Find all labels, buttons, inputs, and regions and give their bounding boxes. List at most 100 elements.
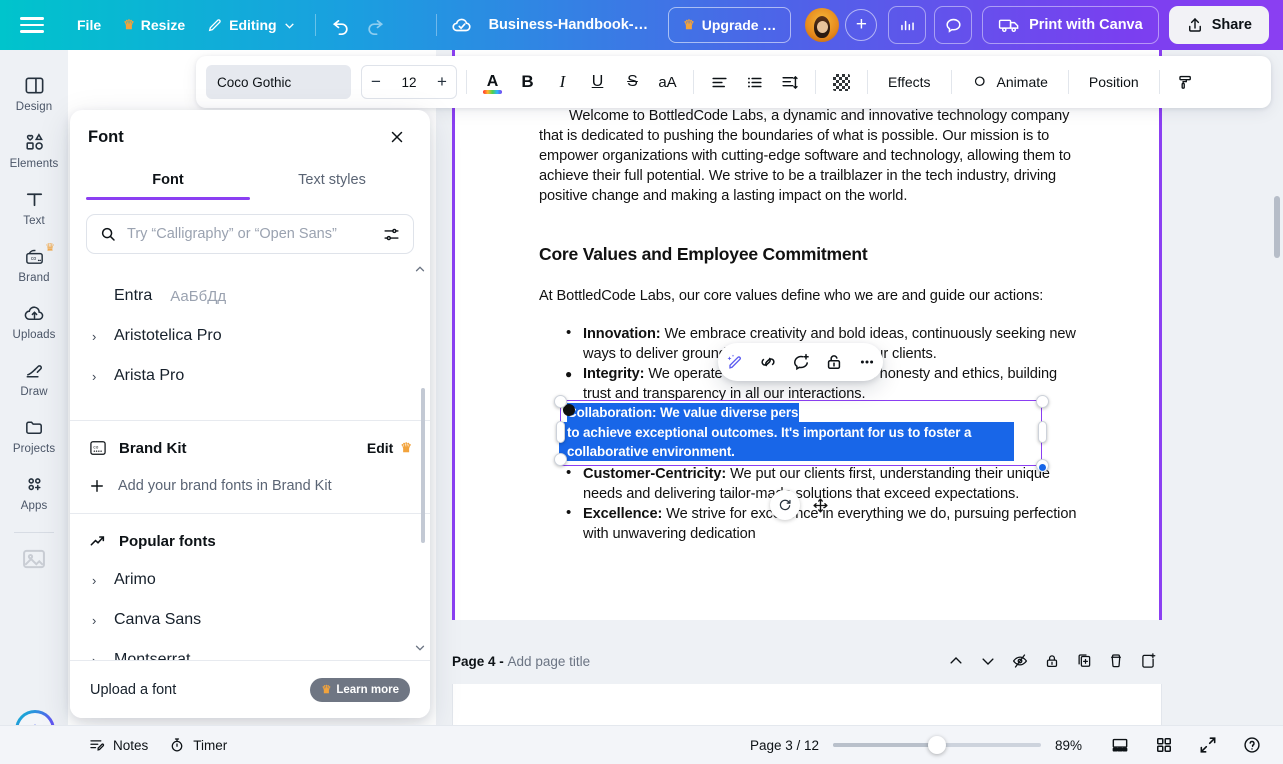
resize-handle-top-left[interactable] — [554, 395, 567, 408]
comments-button[interactable] — [934, 6, 973, 44]
strikethrough-button[interactable]: S — [616, 66, 649, 99]
font-size-increase-button[interactable]: + — [428, 66, 456, 98]
bulleted-list-button[interactable] — [738, 66, 771, 99]
document-page[interactable]: Welcome to BottledCode Labs, a dynamic a… — [452, 50, 1162, 620]
add-comment-button[interactable] — [787, 348, 815, 376]
chevron-right-icon[interactable]: › — [92, 329, 104, 344]
font-size-stepper[interactable]: − 12 + — [361, 65, 457, 99]
file-menu-button[interactable]: File — [66, 8, 112, 42]
add-page-title-label[interactable]: Add page title — [508, 654, 591, 669]
zoom-slider-knob[interactable] — [928, 736, 946, 754]
grid-view-button[interactable] — [1149, 730, 1179, 760]
copy-style-button[interactable] — [1169, 66, 1202, 99]
fullscreen-button[interactable] — [1193, 730, 1223, 760]
sidebar-item-apps[interactable]: Apps — [4, 465, 64, 518]
resize-handle-active[interactable] — [1038, 463, 1047, 472]
position-button[interactable]: Position — [1078, 66, 1150, 99]
font-row-entra[interactable]: Entra АаБбДд — [70, 276, 430, 316]
font-search-box[interactable] — [86, 214, 414, 254]
align-button[interactable] — [703, 66, 736, 99]
search-input[interactable] — [127, 226, 372, 242]
canvas-scrollbar[interactable] — [1274, 196, 1280, 258]
chevron-right-icon[interactable]: › — [92, 613, 104, 628]
effects-button[interactable]: Effects — [877, 66, 942, 99]
text-color-button[interactable]: A — [476, 66, 509, 99]
floating-element-toolbar[interactable] — [718, 343, 883, 381]
font-size-input[interactable]: 12 — [390, 75, 428, 90]
font-list[interactable]: Entra АаБбДд › Aristotelica Pro › Arista… — [70, 262, 430, 660]
more-options-button[interactable] — [853, 348, 881, 376]
upload-font-button[interactable]: Upload a font — [90, 682, 176, 698]
share-button[interactable]: Share — [1168, 6, 1269, 44]
zoom-slider[interactable] — [833, 736, 1041, 754]
tab-text-styles[interactable]: Text styles — [250, 164, 414, 200]
hide-page-button[interactable] — [1006, 647, 1034, 675]
chevron-right-icon[interactable]: › — [92, 653, 104, 661]
add-page-button[interactable] — [1134, 647, 1162, 675]
timer-button[interactable]: Timer — [158, 731, 237, 759]
sidebar-item-projects[interactable]: Projects — [4, 408, 64, 461]
help-button[interactable] — [1237, 730, 1267, 760]
magic-write-button[interactable] — [721, 348, 749, 376]
resize-handle-left[interactable] — [556, 421, 565, 443]
sidebar-item-brand[interactable]: ♛ co Brand — [4, 237, 64, 290]
brand-kit-edit-button[interactable]: Edit ♛ — [367, 440, 412, 456]
transparency-button[interactable] — [825, 66, 858, 99]
chevron-right-icon[interactable]: › — [92, 573, 104, 588]
upgrade-button[interactable]: ♛ Upgrade … — [668, 7, 792, 43]
move-page-down-button[interactable] — [974, 647, 1002, 675]
redo-button[interactable] — [358, 8, 392, 42]
close-font-panel-button[interactable] — [382, 122, 412, 152]
scrollbar-thumb[interactable] — [421, 388, 425, 543]
resize-handle-top-right[interactable] — [1036, 395, 1049, 408]
resize-button[interactable]: ♛ Resize — [112, 8, 196, 42]
duplicate-page-button[interactable] — [1070, 647, 1098, 675]
font-row-canva-sans[interactable]: › Canva Sans — [70, 600, 430, 640]
line-spacing-button[interactable] — [773, 66, 806, 99]
notes-button[interactable]: Notes — [78, 731, 158, 759]
lock-button[interactable] — [820, 348, 848, 376]
font-size-decrease-button[interactable]: − — [362, 66, 390, 98]
sidebar-item-elements[interactable]: Elements — [4, 123, 64, 176]
font-list-scrollbar[interactable] — [421, 268, 425, 654]
sidebar-item-uploads[interactable]: Uploads — [4, 294, 64, 347]
lock-page-button[interactable] — [1038, 647, 1066, 675]
chevron-right-icon[interactable]: › — [92, 369, 104, 384]
italic-button[interactable]: I — [546, 66, 579, 99]
tab-font[interactable]: Font — [86, 164, 250, 200]
link-button[interactable] — [754, 348, 782, 376]
selected-text-content[interactable]: Collaboration: We value diverse perspect… — [567, 403, 1037, 462]
font-row-montserrat[interactable]: › Montserrat — [70, 640, 430, 660]
underline-button[interactable]: U — [581, 66, 614, 99]
animate-button[interactable]: Animate — [961, 66, 1059, 99]
document-title[interactable]: Business-Handbook-… — [479, 9, 659, 41]
add-brand-fonts-row[interactable]: Add your brand fonts in Brand Kit — [70, 467, 430, 505]
filter-sliders-icon[interactable] — [382, 225, 401, 244]
print-with-canva-button[interactable]: Print with Canva — [982, 6, 1159, 44]
editing-mode-button[interactable]: Editing — [196, 8, 306, 42]
add-collaborator-button[interactable]: + — [845, 9, 878, 41]
sidebar-item-text[interactable]: Text — [4, 180, 64, 233]
undo-button[interactable] — [324, 8, 358, 42]
page-title-row[interactable]: Page 4 - Add page title — [452, 654, 590, 669]
move-handle[interactable] — [805, 490, 835, 520]
delete-page-button[interactable] — [1102, 647, 1130, 675]
learn-more-button[interactable]: ♛ Learn more — [310, 677, 410, 702]
font-row-aristotelica-pro[interactable]: › Aristotelica Pro — [70, 316, 430, 356]
font-row-arista-pro[interactable]: › Arista Pro — [70, 356, 430, 396]
avatar[interactable] — [805, 8, 840, 42]
font-row-arimo[interactable]: › Arimo — [70, 560, 430, 600]
sidebar-item-draw[interactable]: Draw — [4, 351, 64, 404]
move-page-up-button[interactable] — [942, 647, 970, 675]
hamburger-menu-icon[interactable] — [20, 11, 48, 39]
selected-text-element[interactable]: Collaboration: We value diverse perspect… — [559, 400, 1042, 466]
letter-case-button[interactable]: aA — [651, 66, 684, 99]
font-name-field[interactable]: Coco Gothic — [206, 65, 351, 99]
resize-handle-bottom-left[interactable] — [554, 453, 567, 466]
resize-handle-right[interactable] — [1038, 421, 1047, 443]
insights-button[interactable] — [888, 6, 927, 44]
rotate-handle[interactable] — [770, 490, 800, 520]
sidebar-item-design[interactable]: Design — [4, 66, 64, 119]
next-page-preview[interactable] — [452, 684, 1162, 725]
page-view-button[interactable] — [1105, 730, 1135, 760]
